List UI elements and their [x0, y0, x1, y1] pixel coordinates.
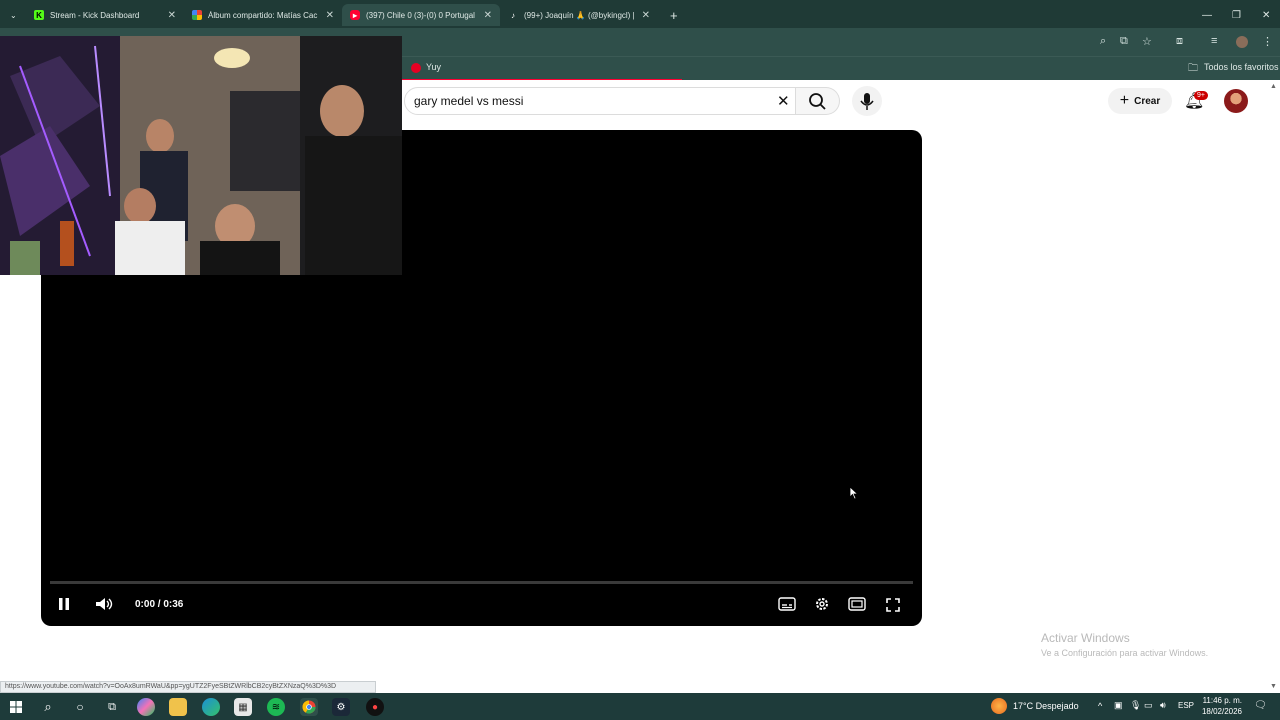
- start-icon[interactable]: [7, 698, 25, 716]
- install-icon[interactable]: ⧉: [1120, 35, 1128, 48]
- restore-button[interactable]: ❐: [1224, 4, 1244, 26]
- gear-icon: [816, 598, 828, 610]
- avatar[interactable]: [1224, 89, 1248, 113]
- language-indicator[interactable]: ESP: [1178, 701, 1194, 710]
- folder-icon: 🗀: [1188, 63, 1198, 74]
- volume-icon: [96, 598, 113, 610]
- voice-search-button[interactable]: [852, 86, 882, 116]
- store-icon[interactable]: ▦: [234, 698, 252, 716]
- create-button[interactable]: + Crear: [1108, 88, 1172, 114]
- steam-icon[interactable]: ⚙: [332, 698, 350, 716]
- fullscreen-icon: [886, 598, 900, 612]
- cortana-icon[interactable]: ○: [71, 698, 89, 716]
- tab-tiktok[interactable]: ♪ (99+) Joaquín 🙏 (@bykingcl) | ✕: [500, 4, 658, 26]
- menu-icon[interactable]: ⋮: [1262, 35, 1273, 48]
- pause-button[interactable]: [57, 596, 71, 615]
- theater-button[interactable]: [848, 597, 866, 614]
- plus-icon: +: [1119, 92, 1130, 109]
- settings-button[interactable]: [814, 596, 830, 615]
- taskbar: [0, 693, 1280, 720]
- copilot-icon[interactable]: [137, 698, 155, 716]
- clock[interactable]: 11:46 p. m. 18/02/2026: [1196, 695, 1242, 717]
- close-icon[interactable]: ✕: [168, 10, 176, 21]
- mic-icon: [860, 93, 874, 110]
- google-photos-icon: [192, 10, 202, 20]
- search-icon[interactable]: ⌕: [39, 698, 57, 716]
- activation-title: Activar Windows: [1041, 631, 1130, 645]
- webcam-overlay: [0, 36, 402, 275]
- minimize-button[interactable]: —: [1194, 4, 1214, 26]
- tab-kick[interactable]: K Stream - Kick Dashboard ✕: [26, 4, 184, 26]
- tab-youtube[interactable]: ▸ (397) Chile 0 (3)-(0) 0 Portugal ✕: [342, 4, 500, 26]
- spotify-icon[interactable]: ≋: [267, 698, 285, 716]
- pinterest-icon: [411, 63, 421, 73]
- profile-icon[interactable]: [1236, 36, 1248, 48]
- youtube-icon: ▸: [350, 10, 360, 20]
- kick-icon: K: [34, 10, 44, 20]
- status-url: https://www.youtube.com/watch?v=OoAx8umR…: [0, 681, 376, 693]
- subtitles-button[interactable]: [778, 597, 796, 614]
- close-icon[interactable]: ✕: [326, 10, 334, 21]
- clear-icon[interactable]: ✕: [777, 92, 790, 110]
- tab-strip: ⌄ K Stream - Kick Dashboard ✕ Álbum comp…: [0, 0, 1280, 28]
- speaker-icon[interactable]: 🔊︎: [1160, 700, 1166, 711]
- close-icon[interactable]: ✕: [484, 10, 492, 21]
- time-display: 0:00 / 0:36: [135, 599, 184, 610]
- pause-icon: [59, 598, 69, 610]
- close-icon[interactable]: ✕: [642, 10, 650, 21]
- tab-photos[interactable]: Álbum compartido: Matías Cac ✕: [184, 4, 342, 26]
- media-icon[interactable]: ≡: [1211, 35, 1217, 47]
- file-explorer-icon[interactable]: [169, 698, 187, 716]
- fullscreen-button[interactable]: [885, 597, 901, 616]
- edge-icon[interactable]: [202, 698, 220, 716]
- chevron-up-icon[interactable]: ^: [1098, 701, 1102, 711]
- webcam-scene: [0, 36, 402, 275]
- cursor-icon: [849, 486, 859, 500]
- theater-icon: [848, 597, 866, 611]
- notification-center-icon[interactable]: 🗨︎: [1254, 700, 1267, 711]
- mic-tray-icon[interactable]: 🎙︎: [1130, 700, 1141, 711]
- chrome-icon[interactable]: [300, 698, 318, 716]
- scroll-up-icon[interactable]: ▲: [1270, 83, 1277, 90]
- notification-badge: 9+: [1194, 91, 1208, 100]
- tiktok-icon: ♪: [511, 10, 515, 20]
- close-window-button[interactable]: ✕: [1254, 4, 1274, 26]
- progress-bar[interactable]: [50, 581, 913, 584]
- volume-button[interactable]: [94, 596, 114, 615]
- search-button[interactable]: [796, 87, 840, 115]
- weather-text[interactable]: 17°C Despejado: [1013, 701, 1079, 711]
- recorder-icon[interactable]: ●: [366, 698, 384, 716]
- all-bookmarks[interactable]: Todos los favoritos: [1204, 62, 1279, 72]
- bookmark-yuy[interactable]: Yuy: [426, 62, 441, 72]
- new-tab-button[interactable]: +: [662, 4, 682, 26]
- star-icon[interactable]: ☆: [1142, 35, 1152, 48]
- extensions-icon[interactable]: ⧈: [1176, 35, 1183, 48]
- zoom-icon[interactable]: ⌕: [1100, 35, 1106, 48]
- network-icon[interactable]: ▭: [1144, 700, 1153, 711]
- tray-icon[interactable]: ▣: [1114, 700, 1123, 711]
- subtitles-icon: [778, 597, 796, 611]
- task-view-icon[interactable]: ⧉: [103, 698, 121, 716]
- search-query[interactable]: gary medel vs messi: [414, 94, 523, 108]
- search-icon: [809, 93, 826, 110]
- tab-search-button[interactable]: ⌄: [2, 4, 24, 26]
- weather-icon: [991, 698, 1007, 714]
- activation-subtitle: Ve a Configuración para activar Windows.: [1041, 648, 1209, 658]
- scroll-down-icon[interactable]: ▼: [1270, 683, 1277, 690]
